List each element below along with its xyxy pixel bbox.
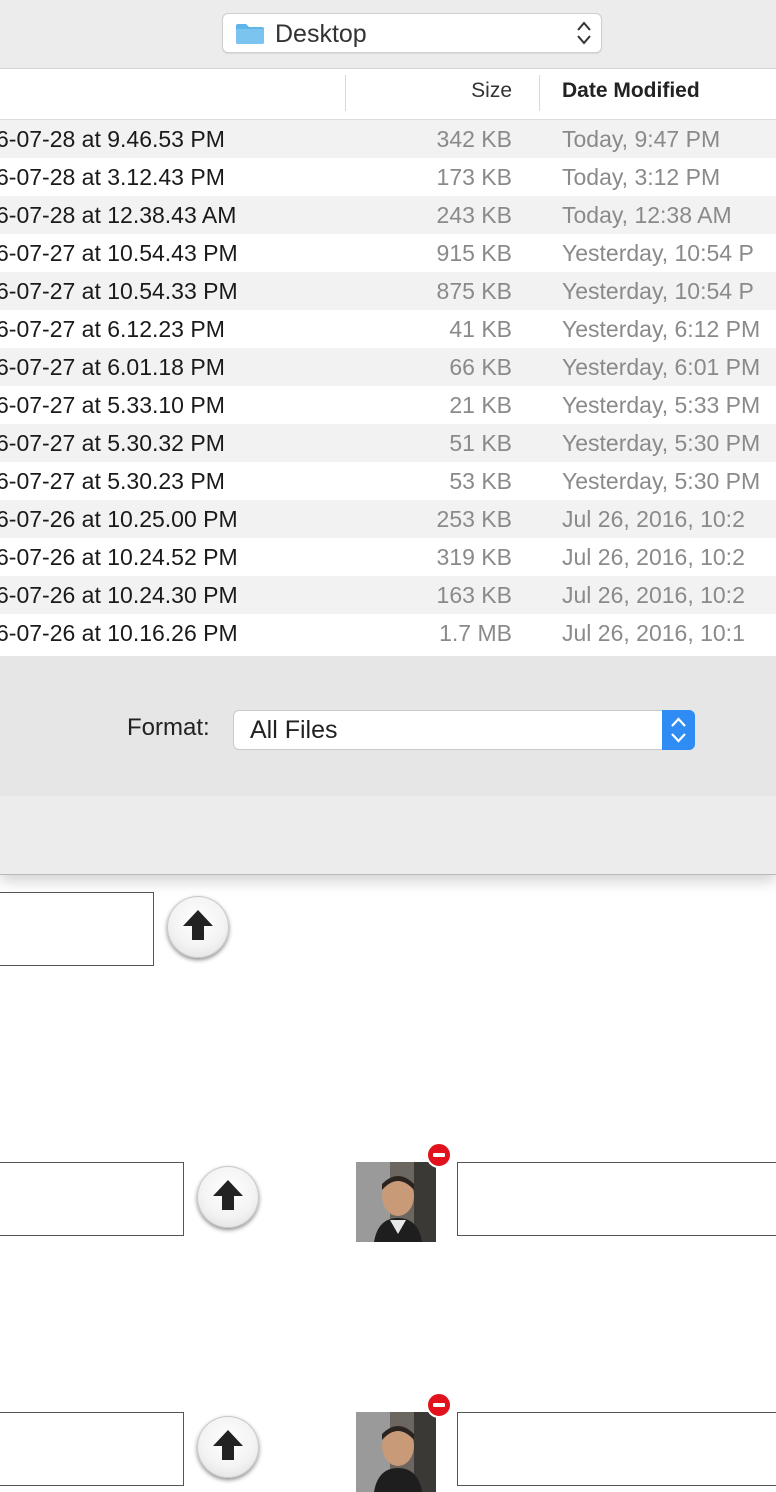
file-name: 6-07-27 at 6.12.23 PM [0, 316, 225, 342]
text-input[interactable] [457, 1412, 776, 1486]
text-input[interactable] [457, 1162, 776, 1236]
text-input[interactable] [0, 1162, 184, 1236]
file-name: 6-07-27 at 10.54.33 PM [0, 278, 238, 304]
file-date-modified: Jul 26, 2016, 10:2 [562, 582, 745, 608]
file-name: 6-07-26 at 10.24.30 PM [0, 582, 238, 608]
file-size: 253 KB [436, 506, 512, 532]
avatar-photo [356, 1162, 436, 1242]
location-popup[interactable]: Desktop [222, 13, 602, 53]
upload-arrow-icon [213, 1180, 243, 1210]
file-name: 6-07-28 at 9.46.53 PM [0, 126, 225, 152]
file-row[interactable]: 6-07-27 at 5.30.32 PM 51 KB Yesterday, 5:3… [0, 424, 776, 462]
upload-arrow-icon [213, 1430, 243, 1460]
format-value: All Files [250, 716, 338, 744]
file-row[interactable]: 6-07-26 at 10.24.30 PM 163 KB Jul 26, 2016… [0, 576, 776, 614]
file-size: 173 KB [436, 164, 512, 190]
file-row[interactable]: 6-07-28 at 12.38.43 AM 243 KB Today, 12:38… [0, 196, 776, 234]
file-size: 53 KB [449, 468, 512, 494]
format-label: Format: [127, 714, 210, 741]
file-date-modified: Jul 26, 2016, 10:2 [562, 506, 745, 532]
remove-icon[interactable] [426, 1392, 452, 1418]
column-header-size[interactable]: Size [350, 79, 512, 103]
file-name: 6-07-28 at 12.38.43 AM [0, 202, 237, 228]
file-size: 41 KB [449, 316, 512, 342]
file-row[interactable]: 6-07-27 at 5.33.10 PM 21 KB Yesterday, 5:3… [0, 386, 776, 424]
file-row[interactable]: 6-07-28 at 9.46.53 PM 342 KB Today, 9:47 P… [0, 120, 776, 158]
open-file-dialog: Desktop Size Date Modified 6-07-28 at 9.… [0, 0, 776, 875]
file-size: 1.7 MB [439, 620, 512, 646]
file-row[interactable]: 6-07-27 at 5.30.23 PM 53 KB Yesterday, 5:3… [0, 462, 776, 500]
file-name: 6-07-27 at 6.01.18 PM [0, 354, 225, 380]
file-date-modified: Jul 26, 2016, 10:2 [562, 544, 745, 570]
file-row[interactable]: 6-07-27 at 6.12.23 PM 41 KB Yesterday, 6:1… [0, 310, 776, 348]
file-date-modified: Yesterday, 5:30 PM [562, 468, 761, 494]
format-area: Format: All Files [0, 656, 776, 796]
file-name: 6-07-26 at 10.25.00 PM [0, 506, 238, 532]
upload-button[interactable] [167, 896, 229, 958]
location-label: Desktop [275, 20, 367, 48]
file-row[interactable]: 6-07-28 at 3.12.43 PM 173 KB Today, 3:12 P… [0, 158, 776, 196]
file-list[interactable]: Size Date Modified 6-07-28 at 9.46.53 PM… [0, 68, 776, 657]
file-date-modified: Today, 12:38 AM [562, 202, 732, 228]
upload-button[interactable] [197, 1166, 259, 1228]
file-size: 21 KB [449, 392, 512, 418]
text-input[interactable] [0, 892, 154, 966]
file-date-modified: Today, 3:12 PM [562, 164, 721, 190]
file-size: 915 KB [436, 240, 512, 266]
column-separator [539, 75, 540, 111]
dialog-footer [0, 796, 776, 874]
file-date-modified: Yesterday, 5:30 PM [562, 430, 761, 456]
file-row[interactable]: 6-07-27 at 10.54.33 PM 875 KB Yesterday, 1… [0, 272, 776, 310]
file-date-modified: Jul 26, 2016, 10:1 [562, 620, 745, 646]
text-input[interactable] [0, 1412, 184, 1486]
file-size: 243 KB [436, 202, 512, 228]
avatar-photo [356, 1412, 436, 1492]
file-row[interactable]: 6-07-26 at 10.16.26 PM 1.7 MB Jul 26, 2016… [0, 614, 776, 652]
file-date-modified: Yesterday, 6:01 PM [562, 354, 761, 380]
file-row[interactable]: 6-07-27 at 10.54.43 PM 915 KB Yesterday, 1… [0, 234, 776, 272]
file-name: 6-07-27 at 5.30.32 PM [0, 430, 225, 456]
list-header: Size Date Modified [0, 69, 776, 120]
up-down-arrows-icon [575, 20, 593, 46]
upload-arrow-icon [183, 910, 213, 940]
file-size: 163 KB [436, 582, 512, 608]
file-name: 6-07-28 at 3.12.43 PM [0, 164, 225, 190]
remove-icon[interactable] [426, 1142, 452, 1168]
up-down-arrows-icon [662, 710, 695, 750]
format-select[interactable]: All Files [233, 710, 695, 750]
file-size: 342 KB [436, 126, 512, 152]
file-size: 66 KB [449, 354, 512, 380]
file-name: 6-07-27 at 5.33.10 PM [0, 392, 225, 418]
file-row[interactable]: 6-07-26 at 10.24.52 PM 319 KB Jul 26, 2016… [0, 538, 776, 576]
file-name: 6-07-26 at 10.24.52 PM [0, 544, 238, 570]
file-date-modified: Yesterday, 10:54 P [562, 240, 754, 266]
file-name: 6-07-27 at 5.30.23 PM [0, 468, 225, 494]
file-row[interactable]: 6-07-27 at 6.01.18 PM 66 KB Yesterday, 6:0… [0, 348, 776, 386]
file-name: 6-07-27 at 10.54.43 PM [0, 240, 238, 266]
file-date-modified: Yesterday, 5:33 PM [562, 392, 761, 418]
file-size: 319 KB [436, 544, 512, 570]
column-separator [345, 75, 346, 111]
file-name: 6-07-26 at 10.16.26 PM [0, 620, 238, 646]
file-rows: 6-07-28 at 9.46.53 PM 342 KB Today, 9:47 P… [0, 120, 776, 652]
file-size: 51 KB [449, 430, 512, 456]
file-date-modified: Today, 9:47 PM [562, 126, 721, 152]
upload-button[interactable] [197, 1416, 259, 1478]
file-size: 875 KB [436, 278, 512, 304]
folder-icon [235, 23, 265, 45]
file-row[interactable]: 6-07-26 at 10.25.00 PM 253 KB Jul 26, 2016… [0, 500, 776, 538]
column-header-date-modified[interactable]: Date Modified [562, 79, 700, 103]
file-date-modified: Yesterday, 10:54 P [562, 278, 754, 304]
file-date-modified: Yesterday, 6:12 PM [562, 316, 761, 342]
